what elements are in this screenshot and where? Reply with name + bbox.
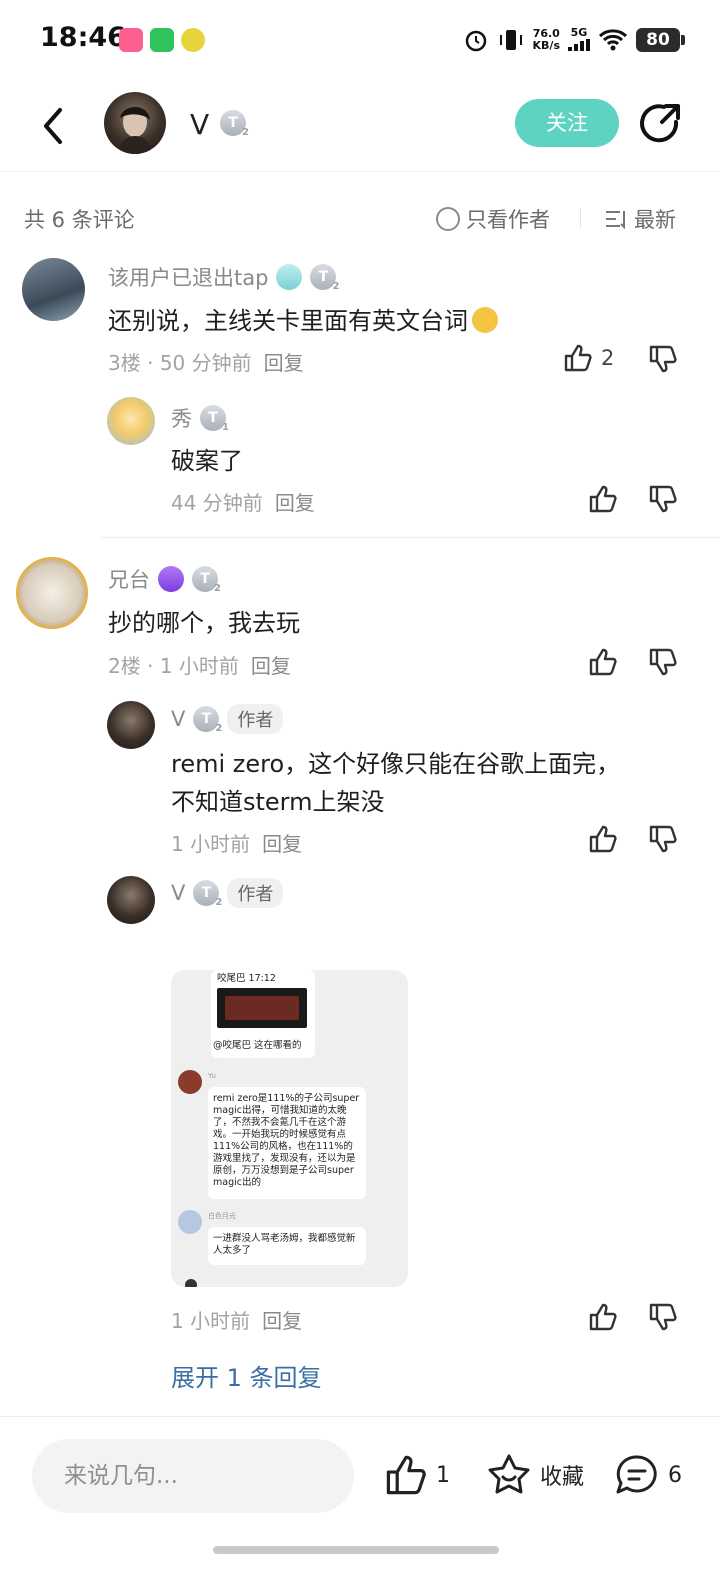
like-button[interactable]: 2 — [563, 343, 614, 373]
author-avatar[interactable] — [104, 92, 166, 154]
replier-name[interactable]: V T2 作者 — [171, 878, 284, 908]
level-badge-icon: T2 — [310, 264, 339, 292]
reply-button[interactable]: 回复 — [262, 832, 302, 856]
level-badge-icon: T1 — [200, 405, 229, 433]
alarm-icon — [465, 30, 486, 52]
author-tag: 作者 — [227, 704, 284, 734]
level-badge-icon: T2 — [192, 566, 221, 594]
wechat-icon — [150, 28, 174, 52]
replier-name[interactable]: V T2 作者 — [171, 704, 284, 734]
vibrate-icon — [499, 30, 522, 50]
chat-message: remi zero是111%的子公司super magic出得，可惜我知道的太晚… — [208, 1087, 366, 1199]
page-header: V T2 关注 — [0, 80, 720, 172]
replier-avatar[interactable] — [107, 876, 155, 924]
comment-meta: 3楼 · 50 分钟前 回复 — [108, 351, 304, 375]
thumbs-down-icon[interactable] — [648, 1302, 678, 1332]
thumbs-up-icon — [386, 1455, 426, 1495]
game-thumbnail — [217, 988, 307, 1028]
replier-avatar[interactable] — [107, 701, 155, 749]
identity-badge-icon — [276, 264, 303, 290]
commenter-avatar[interactable] — [22, 258, 85, 321]
commenter-name[interactable]: 兄台 T2 — [108, 564, 221, 594]
level-badge-icon: T2 — [220, 110, 249, 138]
reply-text: remi zero，这个好像只能在谷歌上面完， 不知道sterm上架没 — [171, 750, 621, 816]
sort-latest-button[interactable]: 最新 — [604, 204, 676, 234]
comment-text: 抄的哪个，我去玩 — [108, 609, 300, 637]
radio-circle-icon[interactable] — [436, 207, 460, 231]
chat-message: 一进群没人骂老汤姆，我都感觉新人太多了 — [208, 1227, 366, 1265]
reply-meta: 1 小时前 回复 — [171, 832, 303, 856]
share-icon[interactable] — [638, 102, 684, 148]
reply-button[interactable]: 回复 — [251, 654, 291, 678]
sort-icon — [606, 211, 625, 230]
reply-meta: 1 小时前 回复 — [171, 1309, 303, 1333]
reply-button[interactable]: 回复 — [275, 491, 315, 515]
commenter-avatar[interactable] — [16, 557, 88, 629]
reply-button[interactable]: 回复 — [264, 351, 304, 375]
commenter-name[interactable]: 该用户已退出tap T2 — [108, 262, 339, 292]
replier-avatar[interactable] — [107, 397, 155, 445]
thumbs-down-icon[interactable] — [648, 647, 678, 677]
level-badge-icon: T2 — [193, 880, 222, 908]
comment-text: 还别说，主线关卡里面有英文台词 — [108, 302, 498, 340]
chat-avatar — [185, 1279, 197, 1287]
speech-bubble-icon — [616, 1455, 657, 1494]
thumbs-down-icon[interactable] — [648, 344, 678, 374]
star-smile-icon — [488, 1454, 530, 1494]
status-time: 18:46 — [40, 22, 126, 53]
author-tag: 作者 — [227, 878, 284, 908]
home-indicator[interactable] — [213, 1546, 499, 1554]
app-notification-icon — [181, 28, 205, 52]
thumbs-down-icon[interactable] — [648, 484, 678, 514]
thumbs-up-icon[interactable] — [588, 647, 618, 677]
thumbs-up-icon[interactable] — [588, 484, 618, 514]
reply-button[interactable]: 回复 — [262, 1309, 302, 1333]
reply-meta: 44 分钟前 回复 — [171, 491, 315, 515]
grin-emoji-icon — [472, 307, 498, 333]
expand-replies-link[interactable]: 展开 1 条回复 — [171, 1358, 322, 1393]
comments-button[interactable]: 6 — [614, 1453, 682, 1497]
comment-input[interactable]: 来说几句... — [32, 1439, 354, 1513]
comment-divider — [100, 537, 720, 538]
favorite-button[interactable]: 收藏 — [486, 1453, 584, 1497]
net-speed: 76.0 KB/s — [532, 27, 560, 52]
level-badge-icon: T2 — [193, 706, 222, 734]
comments-toolbar: 共 6 条评论 只看作者 最新 — [0, 186, 720, 252]
only-author-toggle[interactable]: 只看作者 — [436, 204, 550, 234]
thumbs-up-icon — [564, 344, 592, 372]
image-top-card: 咬尾巴 17:12 @咬尾巴 这在哪看的 — [211, 970, 315, 1058]
like-post-button[interactable]: 1 — [384, 1453, 450, 1497]
signal-indicator: 5G — [568, 26, 590, 54]
attached-image[interactable]: 咬尾巴 17:12 @咬尾巴 这在哪看的 Yu remi zero是111%的子… — [171, 970, 408, 1287]
comment-meta: 2楼 · 1 小时前 回复 — [108, 654, 291, 678]
comment-count: 共 6 条评论 — [24, 208, 135, 232]
back-arrow-icon[interactable] — [36, 104, 72, 148]
thumbs-up-icon[interactable] — [588, 1302, 618, 1332]
divider — [580, 208, 581, 228]
reply-text: 破案了 — [171, 447, 243, 475]
author-name[interactable]: V — [190, 108, 209, 141]
battery-indicator: 80 — [636, 28, 685, 52]
wifi-icon — [598, 29, 628, 51]
bottom-action-bar: 来说几句... 1 收藏 6 — [0, 1416, 720, 1536]
chat-avatar — [178, 1070, 202, 1094]
follow-button[interactable]: 关注 — [515, 99, 619, 147]
thumbs-down-icon[interactable] — [648, 824, 678, 854]
thumbs-up-icon[interactable] — [588, 824, 618, 854]
chat-avatar — [178, 1210, 202, 1234]
app-notification-icon — [119, 28, 143, 52]
verified-badge-icon — [158, 566, 184, 592]
replier-name[interactable]: 秀 T1 — [171, 403, 229, 433]
status-bar: 18:46 76.0 KB/s 5G 80 — [0, 0, 720, 80]
